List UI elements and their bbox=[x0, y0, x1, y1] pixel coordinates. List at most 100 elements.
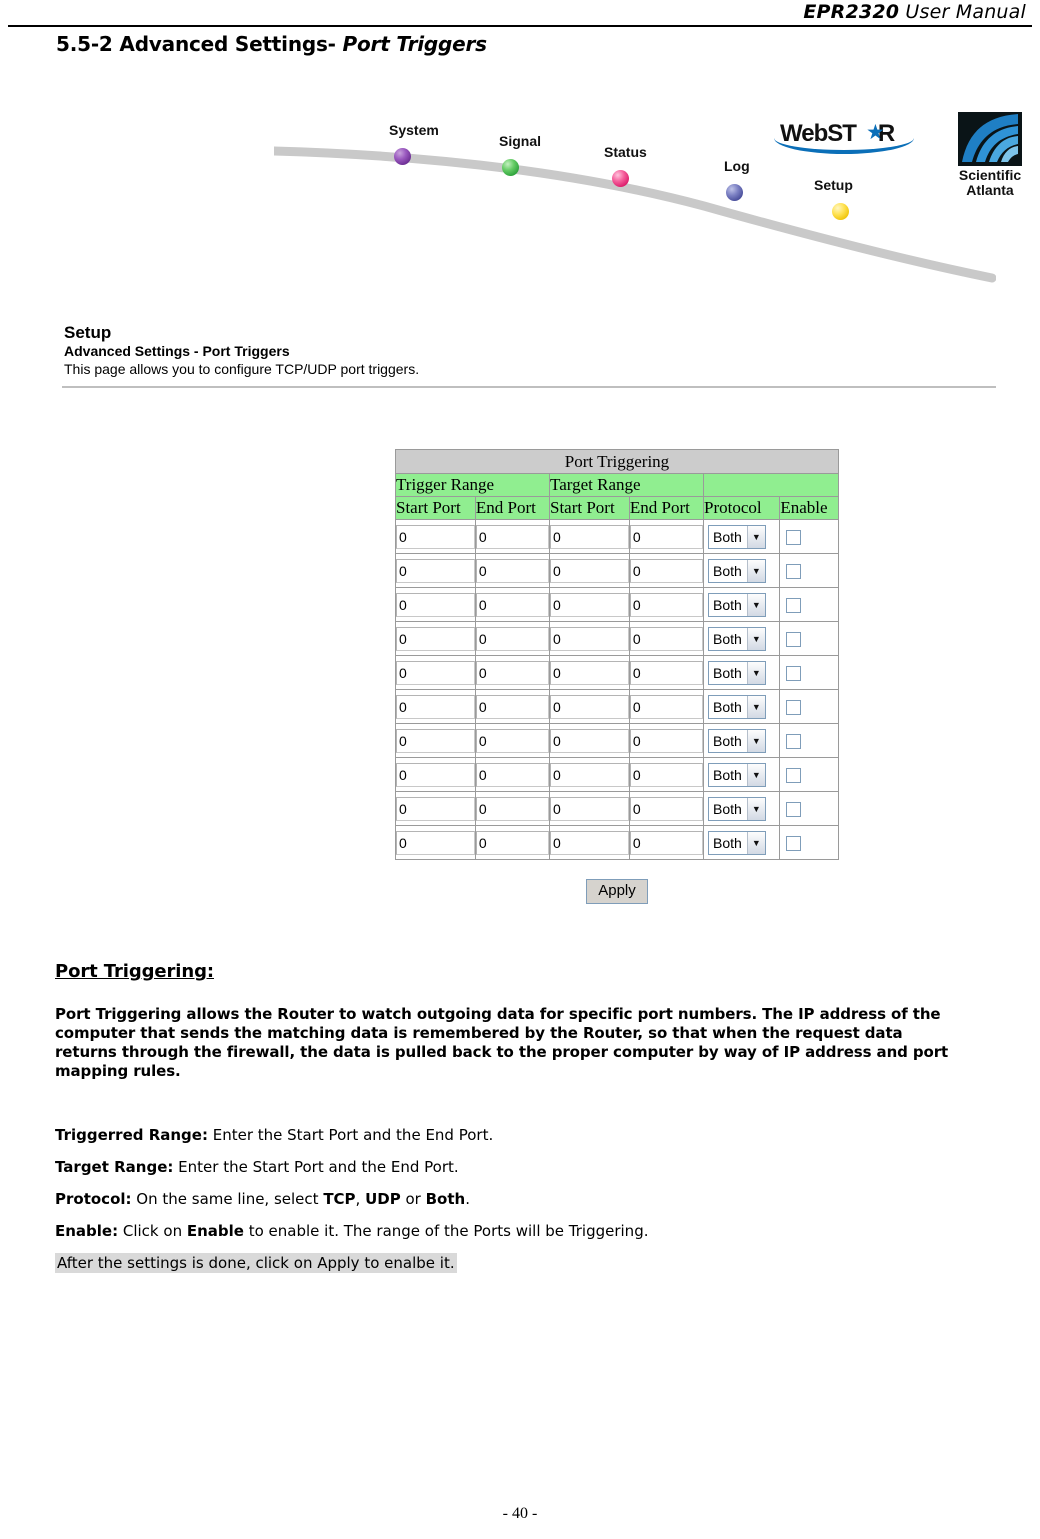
protocol-select[interactable]: Both ▼ bbox=[708, 830, 766, 855]
trigger-end-port-input[interactable]: 0 bbox=[475, 830, 549, 855]
manual-model: EPR2320 bbox=[803, 1, 900, 23]
cell-target-end-port: 0 bbox=[628, 791, 705, 826]
target-start-port-input[interactable]: 0 bbox=[550, 660, 629, 685]
table-row: 0 0 0 0 Both ▼ bbox=[395, 825, 839, 860]
enable-checkbox[interactable] bbox=[786, 666, 802, 682]
enable-checkbox[interactable] bbox=[786, 632, 802, 648]
enable-checkbox[interactable] bbox=[786, 598, 802, 614]
protocol-select[interactable]: Both ▼ bbox=[708, 558, 766, 583]
protocol-select[interactable]: Both ▼ bbox=[708, 796, 766, 821]
trigger-start-port-input[interactable]: 0 bbox=[396, 694, 475, 719]
target-end-port-input[interactable]: 0 bbox=[629, 694, 703, 719]
target-end-port-input[interactable]: 0 bbox=[629, 592, 703, 617]
trigger-end-port-input[interactable]: 0 bbox=[475, 558, 549, 583]
protocol-select[interactable]: Both ▼ bbox=[708, 660, 766, 685]
chevron-down-icon[interactable]: ▼ bbox=[746, 559, 765, 582]
cell-trigger-start-port: 0 bbox=[395, 655, 476, 690]
target-start-port-input[interactable]: 0 bbox=[550, 728, 629, 753]
chevron-down-icon[interactable]: ▼ bbox=[746, 729, 765, 752]
target-start-port-input[interactable]: 0 bbox=[550, 762, 629, 787]
cell-protocol: Both ▼ bbox=[702, 621, 781, 656]
enable-checkbox[interactable] bbox=[786, 530, 802, 546]
router-ui-screenshot: System Signal Status Log Setup WebSTR ★ bbox=[44, 106, 1022, 396]
table-caption-row: Port Triggering bbox=[395, 449, 839, 474]
target-start-port-input[interactable]: 0 bbox=[550, 558, 629, 583]
enable-checkbox[interactable] bbox=[786, 700, 802, 716]
trigger-start-port-input[interactable]: 0 bbox=[396, 524, 475, 549]
trigger-end-port-input[interactable]: 0 bbox=[475, 796, 549, 821]
chevron-down-icon[interactable]: ▼ bbox=[746, 831, 765, 854]
setup-panel: Setup Advanced Settings - Port Triggers … bbox=[44, 311, 996, 396]
nav-dot-setup[interactable] bbox=[832, 203, 849, 220]
trigger-end-port-input[interactable]: 0 bbox=[475, 694, 549, 719]
trigger-end-port-input[interactable]: 0 bbox=[475, 660, 549, 685]
nav-dot-signal[interactable] bbox=[502, 159, 519, 176]
target-end-port-input[interactable]: 0 bbox=[629, 626, 703, 651]
protocol-select[interactable]: Both ▼ bbox=[708, 524, 766, 549]
trigger-start-port-input[interactable]: 0 bbox=[396, 626, 475, 651]
protocol-select[interactable]: Both ▼ bbox=[708, 728, 766, 753]
nav-dot-status[interactable] bbox=[612, 170, 629, 187]
target-end-port-input[interactable]: 0 bbox=[629, 728, 703, 753]
enable-checkbox[interactable] bbox=[786, 768, 802, 784]
nav-label-setup: Setup bbox=[814, 177, 853, 193]
trigger-start-port-input[interactable]: 0 bbox=[396, 660, 475, 685]
trigger-end-port-input[interactable]: 0 bbox=[475, 762, 549, 787]
cell-target-end-port: 0 bbox=[628, 689, 705, 724]
enable-checkbox[interactable] bbox=[786, 802, 802, 818]
table-row: 0 0 0 0 Both ▼ bbox=[395, 519, 839, 554]
definition-enable: Enable: Click on Enable to enable it. Th… bbox=[55, 1221, 648, 1241]
trigger-start-port-input[interactable]: 0 bbox=[396, 592, 475, 617]
cell-trigger-end-port: 0 bbox=[474, 519, 551, 554]
trigger-start-port-input[interactable]: 0 bbox=[396, 762, 475, 787]
nav-dot-system[interactable] bbox=[394, 148, 411, 165]
cell-target-start-port: 0 bbox=[549, 553, 630, 588]
cell-protocol: Both ▼ bbox=[702, 723, 781, 758]
trigger-start-port-input[interactable]: 0 bbox=[396, 558, 475, 583]
target-start-port-input[interactable]: 0 bbox=[550, 626, 629, 651]
trigger-start-port-input[interactable]: 0 bbox=[396, 796, 475, 821]
target-end-port-input[interactable]: 0 bbox=[629, 830, 703, 855]
target-start-port-input[interactable]: 0 bbox=[550, 592, 629, 617]
port-triggering-table-wrap: Port Triggering Trigger Range Target Ran… bbox=[395, 449, 839, 860]
cell-target-end-port: 0 bbox=[628, 757, 705, 792]
table-row: 0 0 0 0 Both ▼ bbox=[395, 791, 839, 826]
protocol-select[interactable]: Both ▼ bbox=[708, 592, 766, 617]
cell-trigger-start-port: 0 bbox=[395, 825, 476, 860]
chevron-down-icon[interactable]: ▼ bbox=[746, 627, 765, 650]
trigger-end-port-input[interactable]: 0 bbox=[475, 592, 549, 617]
protocol-select-value: Both bbox=[713, 732, 742, 749]
chevron-down-icon[interactable]: ▼ bbox=[746, 763, 765, 786]
enable-checkbox[interactable] bbox=[786, 836, 802, 852]
chevron-down-icon[interactable]: ▼ bbox=[746, 525, 765, 548]
protocol-select[interactable]: Both ▼ bbox=[708, 762, 766, 787]
chevron-down-icon[interactable]: ▼ bbox=[746, 661, 765, 684]
trigger-start-port-input[interactable]: 0 bbox=[396, 830, 475, 855]
target-end-port-input[interactable]: 0 bbox=[629, 796, 703, 821]
target-start-port-input[interactable]: 0 bbox=[550, 796, 629, 821]
target-end-port-input[interactable]: 0 bbox=[629, 660, 703, 685]
target-end-port-input[interactable]: 0 bbox=[629, 762, 703, 787]
enable-checkbox[interactable] bbox=[786, 564, 802, 580]
target-end-port-input[interactable]: 0 bbox=[629, 524, 703, 549]
target-start-port-input[interactable]: 0 bbox=[550, 524, 629, 549]
target-start-port-input[interactable]: 0 bbox=[550, 694, 629, 719]
enable-checkbox[interactable] bbox=[786, 734, 802, 750]
chevron-down-icon[interactable]: ▼ bbox=[746, 593, 765, 616]
chevron-down-icon[interactable]: ▼ bbox=[746, 695, 765, 718]
target-end-port-input[interactable]: 0 bbox=[629, 558, 703, 583]
trigger-end-port-input[interactable]: 0 bbox=[475, 728, 549, 753]
target-start-port-input[interactable]: 0 bbox=[550, 830, 629, 855]
table-row: 0 0 0 0 Both ▼ bbox=[395, 689, 839, 724]
setup-panel-description: This page allows you to configure TCP/UD… bbox=[64, 361, 420, 377]
cell-trigger-end-port: 0 bbox=[474, 553, 551, 588]
trigger-end-port-input[interactable]: 0 bbox=[475, 524, 549, 549]
protocol-select-value: Both bbox=[713, 766, 742, 783]
trigger-end-port-input[interactable]: 0 bbox=[475, 626, 549, 651]
protocol-select[interactable]: Both ▼ bbox=[708, 626, 766, 651]
chevron-down-icon[interactable]: ▼ bbox=[746, 797, 765, 820]
protocol-select[interactable]: Both ▼ bbox=[708, 694, 766, 719]
apply-button[interactable]: Apply bbox=[586, 879, 648, 904]
trigger-start-port-input[interactable]: 0 bbox=[396, 728, 475, 753]
nav-dot-log[interactable] bbox=[726, 184, 743, 201]
